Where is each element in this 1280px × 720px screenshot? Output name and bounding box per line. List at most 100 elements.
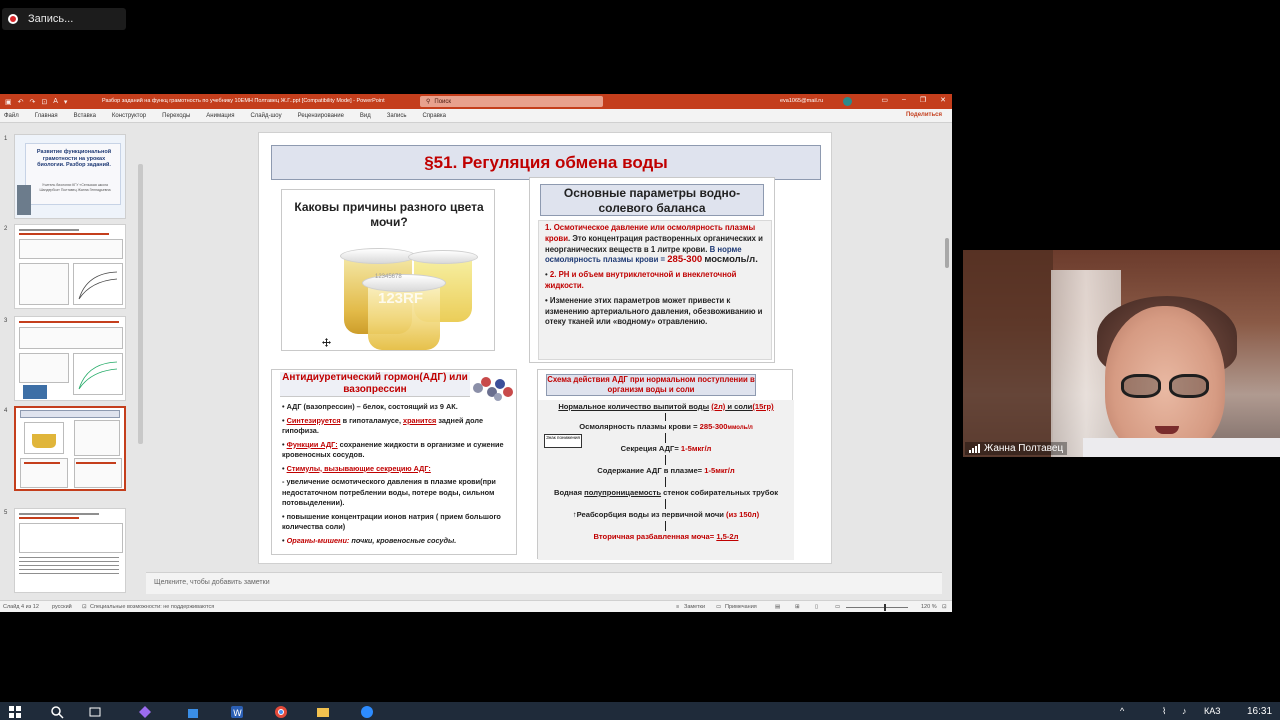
- file-explorer-icon[interactable]: [316, 705, 330, 719]
- start-icon[interactable]: [8, 705, 22, 719]
- notes-toggle[interactable]: Заметки: [684, 604, 705, 610]
- store-icon[interactable]: [186, 705, 200, 719]
- video-participant-shirt: [1083, 438, 1280, 457]
- tab-home[interactable]: Главная: [35, 113, 58, 119]
- thumb-number-5: 5: [4, 510, 8, 516]
- participant-name: Жанна Полтавец: [984, 443, 1064, 454]
- slide-canvas[interactable]: §51. Регуляция обмена воды Каковы причин…: [258, 132, 832, 564]
- watermark-number: 12345678: [375, 274, 402, 280]
- scheme-arrow-5: [665, 499, 666, 509]
- tab-animations[interactable]: Анимация: [206, 113, 234, 119]
- tab-insert[interactable]: Вставка: [74, 113, 96, 119]
- adh-item-2: • Синтезируется в гипоталамусе, хранится…: [282, 415, 484, 436]
- image-watermark: 123RF: [378, 290, 424, 307]
- slideshow-view-icon[interactable]: ▭: [835, 604, 840, 610]
- editor-scrollbar[interactable]: [944, 130, 950, 560]
- normal-view-icon[interactable]: ▤: [775, 604, 780, 610]
- search-icon: ⚲: [426, 99, 431, 105]
- thumbnail-slide-4[interactable]: [14, 406, 126, 491]
- reading-view-icon[interactable]: ▯: [815, 604, 818, 610]
- adh-item-1: • АДГ (вазопрессин) – белок, состоящий и…: [282, 402, 458, 411]
- tab-design[interactable]: Конструктор: [112, 113, 146, 119]
- window-controls: ▭ – ❐ ✕: [881, 96, 946, 104]
- tab-review[interactable]: Рецензирование: [298, 113, 344, 119]
- language-status[interactable]: русский: [52, 604, 72, 610]
- thumb-number-1: 1: [4, 136, 8, 142]
- scheme-row-1: Нормальное количество выпитой воды (2л) …: [558, 402, 774, 411]
- tab-transitions[interactable]: Переходы: [162, 113, 190, 119]
- tray-arrow-icon[interactable]: ^: [1120, 706, 1124, 716]
- scheme-row-4: Содержание АДГ в плазме= 1-5мкг/л: [597, 466, 735, 475]
- ribbon-display-icon[interactable]: ▭: [881, 96, 888, 104]
- molecule-icon: [473, 377, 513, 401]
- share-button[interactable]: Поделиться: [906, 112, 942, 118]
- svg-text:W: W: [233, 709, 242, 719]
- participant-video[interactable]: Жанна Полтавец: [963, 250, 1280, 457]
- maximize-icon[interactable]: ❐: [920, 96, 926, 104]
- notes-icon: ≡: [676, 604, 680, 610]
- comments-toggle[interactable]: Примечания: [725, 604, 757, 610]
- zoom-slider[interactable]: [846, 604, 908, 611]
- adh-item-7: • Органы-мишени: почки, кровеносные сосу…: [282, 535, 457, 545]
- thumbnails-scrollbar[interactable]: [138, 164, 143, 444]
- avatar[interactable]: [843, 97, 852, 106]
- search-taskbar-icon[interactable]: [50, 705, 64, 719]
- accessibility-status[interactable]: Специальные возможности: не поддерживают…: [90, 604, 214, 610]
- thumb-number-4: 4: [4, 408, 8, 414]
- tab-slideshow[interactable]: Слайд-шоу: [250, 113, 281, 119]
- scheme-arrow-1: [665, 413, 666, 421]
- search-box[interactable]: ⚲ Поиск: [420, 96, 603, 107]
- accessibility-icon[interactable]: ⊡: [82, 604, 87, 610]
- clock[interactable]: 16:31: [1247, 706, 1272, 717]
- word-icon[interactable]: W: [230, 705, 244, 719]
- zoom-level[interactable]: 120 %: [921, 604, 937, 610]
- thumbnail-slide-1[interactable]: Развитие функциональной грамотности на у…: [14, 134, 126, 219]
- slide-sorter-icon[interactable]: ⊞: [795, 604, 800, 610]
- window-title: Разбор заданий на функц грамотность по у…: [102, 98, 385, 104]
- user-email[interactable]: eva1065@mail.ru: [780, 98, 823, 104]
- undo-icon[interactable]: ↶: [18, 98, 24, 106]
- tab-view[interactable]: Вид: [360, 113, 371, 119]
- parameter-item-3: • Изменение этих параметров может привес…: [545, 295, 763, 327]
- task-view-icon[interactable]: [88, 705, 102, 719]
- record-icon: [8, 14, 18, 24]
- redo-icon[interactable]: ↷: [30, 98, 36, 106]
- tab-help[interactable]: Справка: [422, 113, 446, 119]
- fit-to-window-icon[interactable]: ⊡: [942, 604, 947, 610]
- video-background-wall: [963, 250, 1053, 457]
- thumb-chart-icon: [78, 271, 118, 300]
- thumbnail-slide-3[interactable]: [14, 316, 126, 401]
- thumb-number-2: 2: [4, 226, 8, 232]
- quick-access-toolbar: ▣ ↶ ↷ ⊡ A ▾: [0, 98, 67, 106]
- minimize-icon[interactable]: –: [902, 96, 906, 104]
- comments-icon: ▭: [716, 604, 722, 610]
- tab-file[interactable]: Файл: [4, 113, 19, 119]
- tab-record[interactable]: Запись: [387, 113, 407, 119]
- scheme-row-5: Водная полупроницаемость стенок собирате…: [553, 488, 779, 497]
- customize-icon[interactable]: ▾: [64, 98, 68, 106]
- save-icon[interactable]: ▣: [5, 98, 12, 106]
- chrome-icon[interactable]: [274, 705, 288, 719]
- participant-name-label: Жанна Полтавец: [965, 442, 1068, 455]
- adh-item-6: • повышение концентрации ионов натрия ( …: [282, 511, 501, 532]
- editor-scrollbar-thumb[interactable]: [945, 238, 949, 268]
- keyboard-language[interactable]: КАЗ: [1204, 706, 1221, 716]
- notes-pane[interactable]: Щелкните, чтобы добавить заметки: [146, 572, 942, 594]
- close-icon[interactable]: ✕: [940, 96, 946, 104]
- adh-title: Антидиуретический гормон(АДГ) или вазопр…: [280, 372, 470, 397]
- ribbon-tabs: Файл Главная Вставка Конструктор Переход…: [0, 109, 952, 123]
- scheme-arrow-6: [665, 521, 666, 531]
- cup-lid-right: [408, 250, 478, 264]
- video-participant-glasses: [1121, 374, 1213, 400]
- copilot-icon[interactable]: [138, 705, 152, 719]
- title-bar: ▣ ↶ ↷ ⊡ A ▾ Разбор заданий на функц грам…: [0, 94, 952, 109]
- recording-indicator[interactable]: Запись...: [2, 8, 126, 30]
- thumbnail-slide-5[interactable]: [14, 508, 126, 593]
- volume-icon[interactable]: ♪: [1182, 706, 1187, 716]
- network-icon[interactable]: ⌇: [1162, 706, 1166, 717]
- zoom-app-icon[interactable]: [360, 705, 374, 719]
- font-icon[interactable]: A: [53, 98, 58, 106]
- start-slideshow-icon[interactable]: ⊡: [41, 98, 47, 106]
- thumbnail-slide-2[interactable]: [14, 224, 126, 309]
- thumb-number-3: 3: [4, 318, 8, 324]
